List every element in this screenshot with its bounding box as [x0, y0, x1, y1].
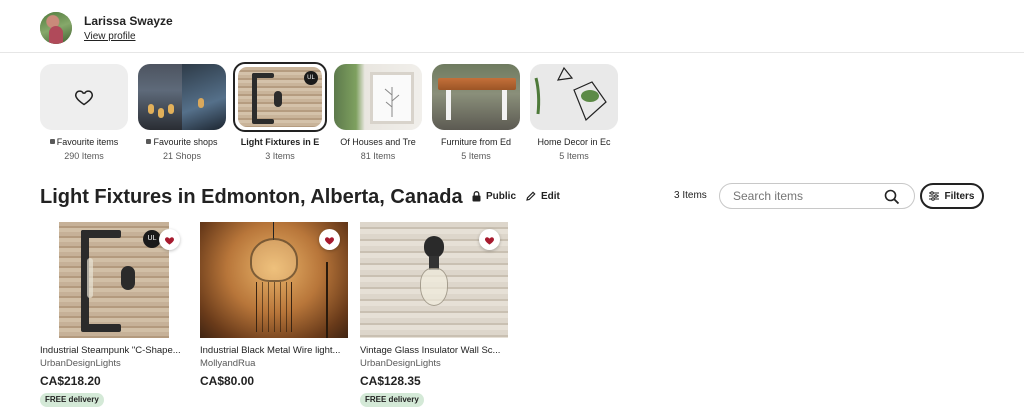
brand-badge-icon: UL: [304, 71, 318, 85]
edit-label: Edit: [541, 190, 560, 202]
listing-title[interactable]: Vintage Glass Insulator Wall Sc...: [360, 345, 508, 357]
filters-button[interactable]: Filters: [920, 183, 984, 209]
listing-price: CA$128.35: [360, 374, 421, 388]
favorite-button[interactable]: [319, 229, 340, 250]
collection-name: Home Decor in Ec: [537, 137, 611, 147]
listing-image[interactable]: UL: [40, 222, 188, 338]
collection-count: 5 Items: [461, 151, 491, 161]
edit-button[interactable]: Edit: [526, 188, 560, 204]
visibility-label: Public: [486, 190, 517, 202]
heart-filled-icon: [165, 236, 174, 245]
view-profile-link[interactable]: View profile: [84, 30, 173, 44]
collection-count: 81 Items: [360, 151, 396, 161]
collection-name: Furniture from Ed: [440, 137, 512, 147]
profile-text: Larissa Swayze View profile: [84, 13, 173, 44]
collection-home-decor[interactable]: Home Decor in Ec 5 Items: [530, 64, 618, 162]
favorite-button[interactable]: [159, 229, 180, 250]
favorite-button[interactable]: [479, 229, 500, 250]
listing-shop: UrbanDesignLights: [360, 358, 441, 369]
collection-houses-and-trees[interactable]: Of Houses and Tre 81 Items: [334, 64, 422, 162]
collection-thumbnail: [334, 64, 422, 130]
collections-row: Favourite items 290 Items Favourite shop…: [40, 62, 628, 162]
header-divider: [0, 52, 1024, 53]
heart-filled-icon: [325, 236, 334, 245]
listing-shop: MollyandRua: [200, 358, 256, 369]
collection-name: Light Fixtures in E: [240, 137, 320, 147]
collection-count: 5 Items: [559, 151, 589, 161]
search-box[interactable]: [719, 183, 915, 209]
listing-card[interactable]: UL Industrial Steampunk "C-Shape... Urba…: [40, 222, 188, 407]
listing-price: CA$218.20: [40, 374, 101, 388]
collection-name: Favourite shops: [153, 137, 218, 147]
collection-name: Of Houses and Tre: [340, 137, 416, 147]
listings-grid: UL Industrial Steampunk "C-Shape... Urba…: [40, 222, 520, 407]
lock-icon: [472, 190, 481, 201]
collection-thumbnail: [432, 64, 520, 130]
collection-title: Light Fixtures in Edmonton, Alberta, Can…: [40, 186, 463, 208]
collection-thumbnail: [530, 64, 618, 130]
listing-price: CA$80.00: [200, 374, 255, 388]
free-delivery-badge: FREE delivery: [360, 393, 424, 407]
listing-shop: UrbanDesignLights: [40, 358, 121, 369]
listing-card[interactable]: Vintage Glass Insulator Wall Sc... Urban…: [360, 222, 508, 407]
collection-name: Favourite items: [56, 137, 119, 147]
collection-thumbnail: [40, 64, 128, 130]
plant-sketch-icon: [384, 87, 400, 117]
profile-header: Larissa Swayze View profile: [40, 12, 173, 44]
search-input[interactable]: [733, 189, 878, 203]
listing-title[interactable]: Industrial Steampunk "C-Shape...: [40, 345, 188, 357]
heart-filled-icon: [485, 236, 494, 245]
collection-favourite-shops[interactable]: Favourite shops 21 Shops: [138, 64, 226, 162]
collection-favourite-items[interactable]: Favourite items 290 Items: [40, 64, 128, 162]
visibility-toggle[interactable]: Public: [472, 188, 516, 204]
listing-title[interactable]: Industrial Black Metal Wire light...: [200, 345, 348, 357]
listing-image[interactable]: [200, 222, 348, 338]
search-icon[interactable]: [884, 189, 900, 205]
free-delivery-badge: FREE delivery: [40, 393, 104, 407]
pencil-icon: [526, 191, 536, 201]
collection-count: 3 Items: [265, 151, 295, 161]
sliders-icon: [929, 191, 940, 201]
listing-image[interactable]: [360, 222, 508, 338]
lock-icon: [49, 139, 55, 144]
collection-thumbnail: [138, 64, 226, 130]
filters-label: Filters: [944, 190, 975, 202]
collection-count: 290 Items: [64, 151, 104, 161]
avatar[interactable]: [40, 12, 72, 44]
profile-name: Larissa Swayze: [84, 13, 173, 28]
items-count: 3 Items: [674, 190, 707, 201]
collection-count: 21 Shops: [162, 151, 202, 161]
listing-card[interactable]: Industrial Black Metal Wire light... Mol…: [200, 222, 348, 407]
heart-icon: [75, 90, 93, 106]
lock-icon: [146, 139, 152, 144]
collection-thumbnail: UL: [233, 62, 327, 132]
collection-light-fixtures[interactable]: UL Light Fixtures in E 3 Items: [233, 62, 327, 162]
geometric-planter-icon: [534, 66, 607, 122]
collection-furniture[interactable]: Furniture from Ed 5 Items: [432, 64, 520, 162]
